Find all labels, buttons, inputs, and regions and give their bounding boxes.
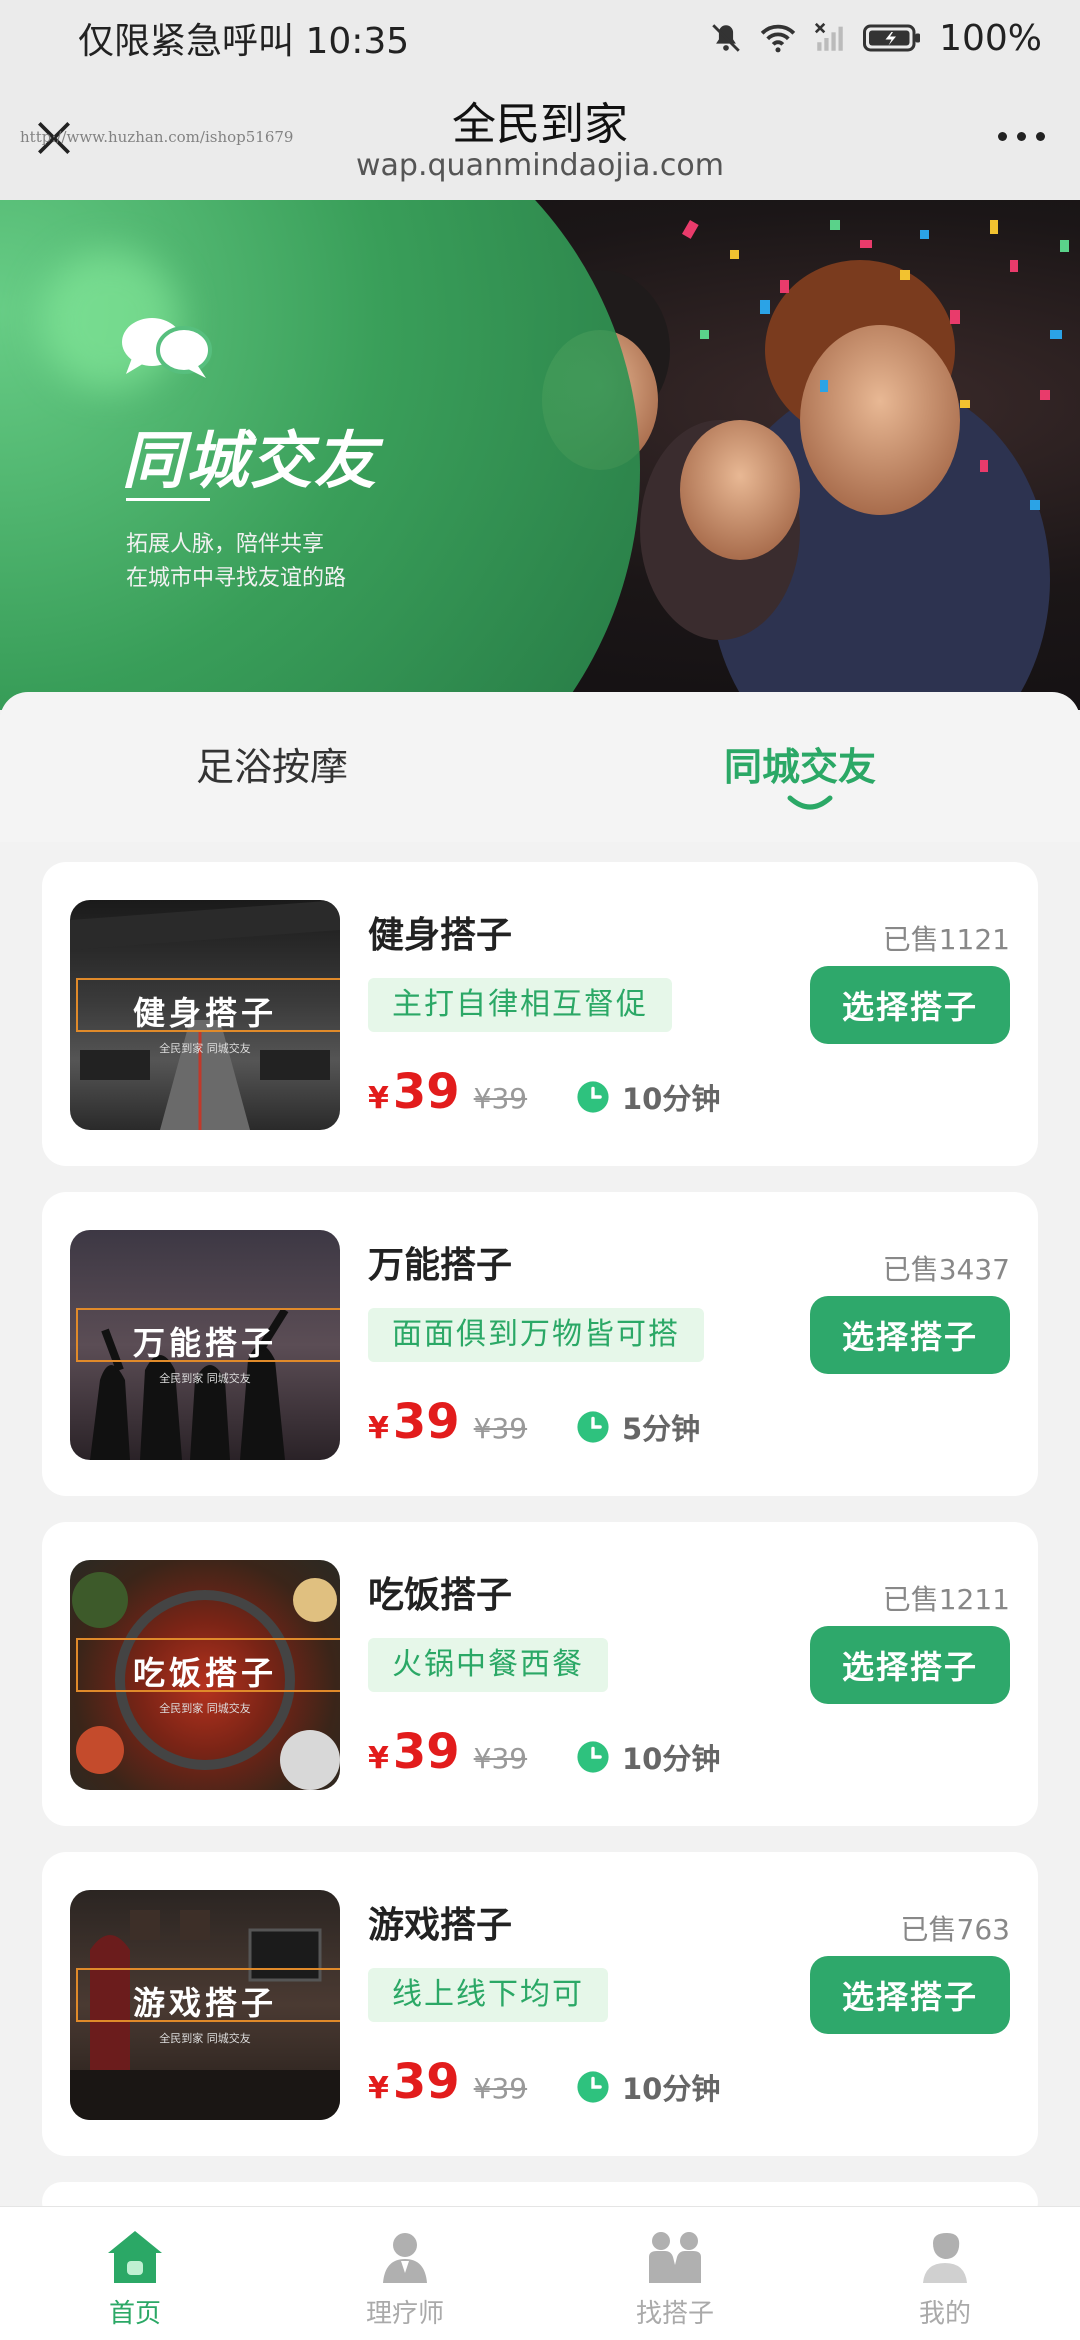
status-bar: 仅限紧急呼叫 10:35 100% [0, 0, 1080, 76]
hero-banner[interactable]: 同城交友 拓展人脉，陪伴共享 在城市中寻找友谊的路 [0, 200, 1080, 710]
list-item[interactable]: 游戏搭子 全民到家 同城交友 游戏搭子 已售763 线上线下均可 选择搭子 ¥ … [42, 1852, 1038, 2156]
nav-find-partner[interactable]: 找搭子 [540, 2207, 810, 2340]
price-symbol: ¥ [368, 1741, 389, 1776]
thumbnail-caption: 健身搭子 [132, 994, 277, 1032]
banner-subtitle-2: 在城市中寻找友谊的路 [126, 566, 347, 591]
list-item[interactable]: 健身搭子 全民到家 同城交友 健身搭子 已售1121 主打自律相互督促 选择搭子… [42, 862, 1038, 1166]
thumbnail-subcaption: 全民到家 同城交友 [159, 1372, 251, 1385]
more-dot-icon [1016, 131, 1026, 141]
home-icon [108, 2231, 162, 2283]
item-sold-count: 已售763 [900, 1913, 1010, 1946]
duration-text: 10分钟 [622, 1742, 721, 1776]
select-partner-button[interactable]: 选择搭子 [810, 1626, 1010, 1704]
thumbnail-subcaption: 全民到家 同城交友 [159, 2032, 251, 2045]
therapist-icon [383, 2233, 427, 2283]
price-symbol: ¥ [368, 2071, 389, 2106]
signal-icon [815, 22, 843, 51]
price-symbol: ¥ [368, 1411, 389, 1446]
page-url: wap.quanmindaojia.com [356, 148, 724, 183]
nav-home-label: 首页 [108, 2299, 161, 2329]
price-row: ¥ 39 ¥39 [368, 2054, 527, 2114]
item-name: 吃饭搭子 [368, 1575, 513, 1616]
thumbnail-subcaption: 全民到家 同城交友 [159, 1042, 251, 1055]
item-thumbnail: 万能搭子 全民到家 同城交友 [70, 1230, 340, 1460]
clock-icon [577, 2071, 609, 2103]
thumbnail-subcaption: 全民到家 同城交友 [159, 1702, 251, 1715]
clock-icon [577, 1081, 609, 1113]
price-row: ¥ 39 ¥39 [368, 1394, 527, 1454]
item-thumbnail: 游戏搭子 全民到家 同城交友 [70, 1890, 340, 2120]
select-partner-button[interactable]: 选择搭子 [810, 1956, 1010, 2034]
item-tag: 面面俱到万物皆可搭 [368, 1308, 704, 1362]
price-row: ¥ 39 ¥39 [368, 1064, 527, 1124]
nav-profile[interactable]: 我的 [810, 2207, 1080, 2340]
duration: 10分钟 [576, 1736, 720, 1778]
item-tag: 线上线下均可 [368, 1968, 608, 2022]
banner-title: 同城交友 [122, 424, 379, 497]
nav-home[interactable]: 首页 [0, 2207, 270, 2340]
duration-text: 10分钟 [622, 1082, 721, 1116]
bottom-navigation: 首页 理疗师 找搭子 我的 [0, 2206, 1080, 2340]
duration: 10分钟 [576, 2066, 720, 2108]
banner-divider [126, 498, 210, 501]
select-partner-button[interactable]: 选择搭子 [810, 966, 1010, 1044]
nav-profile-label: 我的 [918, 2299, 971, 2329]
original-price: ¥39 [473, 2072, 528, 2105]
more-dot-icon [997, 131, 1007, 141]
original-price: ¥39 [473, 1082, 528, 1115]
price: 39 [392, 1724, 460, 1780]
nav-find-partner-label: 找搭子 [635, 2299, 714, 2329]
clock-icon [577, 1411, 609, 1443]
item-name: 游戏搭子 [368, 1905, 513, 1946]
thumbnail-caption: 游戏搭子 [132, 1984, 277, 2022]
item-tag: 主打自律相互督促 [368, 978, 672, 1032]
thumbnail-caption: 万能搭子 [132, 1324, 277, 1362]
item-thumbnail: 健身搭子 全民到家 同城交友 [70, 900, 340, 1130]
duration: 5分钟 [576, 1406, 700, 1448]
item-name: 健身搭子 [368, 915, 513, 956]
battery-level: 100% [939, 17, 1042, 59]
wifi-icon [760, 24, 796, 53]
original-price: ¥39 [473, 1742, 528, 1775]
chat-bubbles-icon [122, 318, 212, 378]
battery-icon [863, 24, 921, 52]
item-name: 万能搭子 [368, 1245, 513, 1286]
active-tab-indicator [787, 795, 833, 810]
status-icons: 100% [709, 18, 1042, 59]
duration: 10分钟 [576, 1076, 720, 1118]
list-item[interactable]: 万能搭子 全民到家 同城交友 万能搭子 已售3437 面面俱到万物皆可搭 选择搭… [42, 1192, 1038, 1496]
more-options-button[interactable] [986, 116, 1056, 156]
profile-icon [923, 2233, 967, 2283]
item-thumbnail: 吃饭搭子 全民到家 同城交友 [70, 1560, 340, 1790]
banner-subtitle-1: 拓展人脉，陪伴共享 [126, 532, 325, 557]
find-partner-icon [649, 2232, 701, 2283]
nav-therapist-label: 理疗师 [365, 2299, 444, 2329]
mute-bell-icon [712, 24, 740, 52]
original-price: ¥39 [473, 1412, 528, 1445]
thumbnail-caption: 吃饭搭子 [132, 1654, 277, 1692]
item-sold-count: 已售1121 [882, 923, 1010, 956]
select-partner-button[interactable]: 选择搭子 [810, 1296, 1010, 1374]
nav-therapist[interactable]: 理疗师 [270, 2207, 540, 2340]
duration-text: 10分钟 [622, 2072, 721, 2106]
price-symbol: ¥ [368, 1081, 389, 1116]
item-tag: 火锅中餐西餐 [368, 1638, 608, 1692]
price: 39 [392, 1394, 460, 1450]
duration-text: 5分钟 [622, 1412, 701, 1446]
more-dot-icon [1035, 131, 1045, 141]
clock-icon [577, 1741, 609, 1773]
status-time: 仅限紧急呼叫 10:35 [78, 21, 410, 62]
price-row: ¥ 39 ¥39 [368, 1724, 527, 1784]
price: 39 [392, 2054, 460, 2110]
title-bar: http://www.huzhan.com/ishop51679 全民到家 wa… [0, 76, 1080, 200]
item-sold-count: 已售3437 [882, 1253, 1010, 1286]
tab-city-friends[interactable]: 同城交友 [724, 736, 876, 791]
page-title: 全民到家 [452, 99, 628, 150]
price: 39 [392, 1064, 460, 1120]
tab-foot-massage[interactable]: 足浴按摩 [196, 736, 348, 791]
list-item[interactable]: 吃饭搭子 全民到家 同城交友 吃饭搭子 已售1211 火锅中餐西餐 选择搭子 ¥… [42, 1522, 1038, 1826]
category-tabs: 足浴按摩 同城交友 [0, 692, 1080, 842]
item-sold-count: 已售1211 [882, 1583, 1010, 1616]
